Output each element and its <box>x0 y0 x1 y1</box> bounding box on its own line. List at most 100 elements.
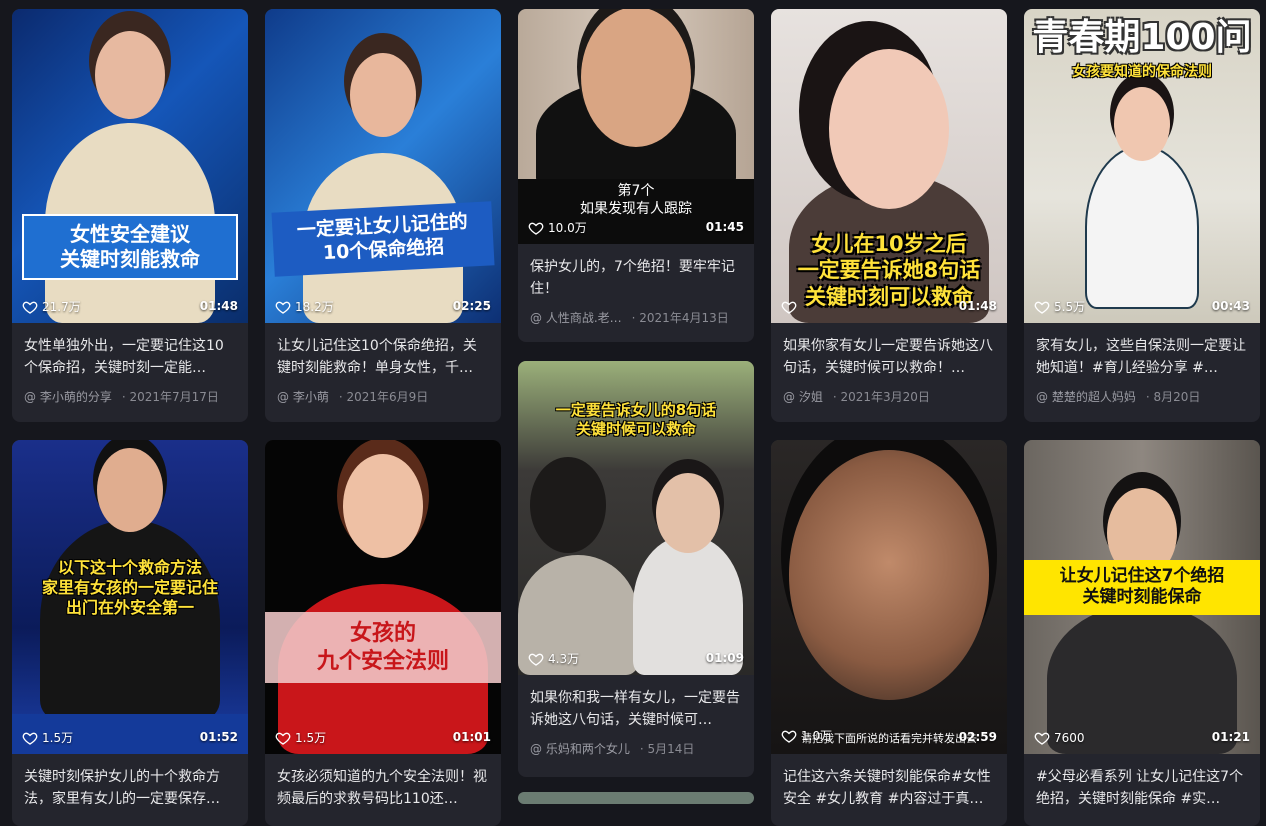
video-info: 如果你家有女儿一定要告诉她这八句话，关键时候可以救命！… @ 汐姐 · 2021… <box>771 323 1007 422</box>
video-duration: 01:48 <box>958 299 997 313</box>
heart-icon <box>275 301 291 314</box>
video-thumbnail[interactable]: 让女儿记住这7个绝招 关键时刻能保命 7600 01:21 <box>1024 440 1260 754</box>
presenter-figure <box>40 520 220 720</box>
like-count-value: 5.5万 <box>1054 300 1086 314</box>
author-name[interactable]: @ 李小萌 <box>277 388 329 405</box>
like-count <box>781 299 801 315</box>
publish-date: · 2021年4月13日 <box>631 311 729 325</box>
publish-date: · 2021年6月9日 <box>338 390 429 404</box>
video-card[interactable] <box>518 792 754 804</box>
like-count-value: 1.5万 <box>42 731 74 745</box>
like-count: 1.5万 <box>275 729 326 746</box>
video-thumbnail[interactable]: 青春期100问 女孩要知道的保命法则 5.5万 00:43 <box>1024 9 1260 323</box>
heart-icon <box>528 222 544 235</box>
author-name[interactable]: @ 人性商战.老… <box>530 309 622 326</box>
video-thumbnail[interactable]: 女孩的 九个安全法则 1.5万 01:01 <box>265 440 501 754</box>
video-description[interactable]: 如果你和我一样有女儿，一定要告诉她这八句话，关键时候可… <box>530 687 742 731</box>
video-info: 记住这六条关键时刻能保命#女性安全 #女儿教育 #内容过于真… <box>771 754 1007 826</box>
heart-icon <box>1034 732 1050 745</box>
like-count-value: 18.2万 <box>295 300 334 314</box>
person-figure <box>1085 145 1199 309</box>
video-duration: 01:01 <box>452 730 491 744</box>
video-description[interactable]: 如果你家有女儿一定要告诉她这八句话，关键时候可以救命！… <box>783 335 995 379</box>
author-name[interactable]: @ 楚楚的超人妈妈 <box>1036 388 1136 405</box>
publish-date-value: 2021年7月17日 <box>129 390 219 404</box>
presenter-head <box>97 448 163 532</box>
video-overlay-text: 一定要告诉女儿的8句话 关键时候可以救命 <box>555 401 717 438</box>
video-thumbnail[interactable]: 以下这十个救命方法 家里有女孩的一定要记住 出门在外安全第一 1.5万 01:5… <box>12 440 248 754</box>
publish-date: · 5月14日 <box>639 742 695 756</box>
person-head <box>343 454 423 558</box>
video-thumbnail[interactable] <box>518 792 754 804</box>
video-card[interactable]: 第7个 如果发现有人跟踪 10.0万 01:45 保护女儿的，7个绝招！要牢牢记… <box>518 9 754 342</box>
video-thumbnail[interactable]: 女性安全建议 关键时刻能救命 21.7万 01:48 <box>12 9 248 323</box>
like-count: 5.5万 <box>1034 298 1085 315</box>
like-count: 18.2万 <box>275 298 334 315</box>
video-description[interactable]: 记住这六条关键时刻能保命#女性安全 #女儿教育 #内容过于真… <box>783 766 995 810</box>
publish-date-value: 2021年4月13日 <box>639 311 729 325</box>
video-description[interactable]: 让女儿记住这10个保命绝招，关键时刻能救命！单身女性，千… <box>277 335 489 379</box>
video-card[interactable]: 让女儿记住这7个绝招 关键时刻能保命 7600 01:21 #父母必看系列 让女… <box>1024 440 1260 826</box>
video-overlay-text: 以下这十个救命方法 家里有女孩的一定要记住 出门在外安全第一 <box>41 558 218 617</box>
person-head <box>1114 87 1170 161</box>
video-meta: @ 李小萌 · 2021年6月9日 <box>277 388 489 405</box>
video-meta: @ 汐姐 · 2021年3月20日 <box>783 388 995 405</box>
video-description[interactable]: 家有女儿，这些自保法则一定要让她知道！#育儿经验分享 #… <box>1036 335 1248 379</box>
author-name[interactable]: @ 李小萌的分享 <box>24 388 112 405</box>
author-name[interactable]: @ 汐姐 <box>783 388 823 405</box>
video-info: 让女儿记住这10个保命绝招，关键时刻能救命！单身女性，千… @ 李小萌 · 20… <box>265 323 501 422</box>
video-thumbnail[interactable]: 一定要告诉女儿的8句话 关键时候可以救命 4.3万 01:09 <box>518 361 754 675</box>
video-description[interactable]: #父母必看系列 让女儿记住这7个绝招，关键时刻能保命 #实… <box>1036 766 1248 810</box>
like-count: 10.0万 <box>528 219 587 236</box>
video-card[interactable]: 请把我下面所说的话看完并转发出去 1.0万 02:59 记住这六条关键时刻能保命… <box>771 440 1007 826</box>
like-count-value: 1.5万 <box>295 731 327 745</box>
person-head-right <box>656 473 720 553</box>
video-card[interactable]: 以下这十个救命方法 家里有女孩的一定要记住 出门在外安全第一 1.5万 01:5… <box>12 440 248 826</box>
like-count-value: 21.7万 <box>42 300 81 314</box>
video-info: #父母必看系列 让女儿记住这7个绝招，关键时刻能保命 #实… <box>1024 754 1260 826</box>
video-thumbnail[interactable]: 第7个 如果发现有人跟踪 10.0万 01:45 <box>518 9 754 244</box>
heart-icon <box>528 653 544 666</box>
video-card[interactable]: 女孩的 九个安全法则 1.5万 01:01 女孩必须知道的九个安全法则！视频最后… <box>265 440 501 826</box>
video-overlay-text: 女性安全建议 关键时刻能救命 <box>22 214 238 280</box>
video-meta: @ 楚楚的超人妈妈 · 8月20日 <box>1036 388 1248 405</box>
heart-icon <box>22 301 38 314</box>
video-card[interactable]: 一定要让女儿记住的 10个保命绝招 18.2万 02:25 让女儿记住这10个保… <box>265 9 501 422</box>
publish-date-value: 2021年3月20日 <box>840 390 930 404</box>
video-overlay-text: 女孩的 九个安全法则 <box>265 612 501 683</box>
author-name[interactable]: @ 乐妈和两个女儿 <box>530 740 630 757</box>
video-description[interactable]: 女性单独外出，一定要记住这10个保命招，关键时刻一定能… <box>24 335 236 379</box>
video-duration: 01:45 <box>705 220 744 234</box>
video-info: 保护女儿的，7个绝招！要牢牢记住！ @ 人性商战.老… · 2021年4月13日 <box>518 244 754 342</box>
like-count: 1.0万 <box>781 727 832 744</box>
like-count: 4.3万 <box>528 650 579 667</box>
video-duration: 01:52 <box>199 730 238 744</box>
heart-icon <box>781 730 797 743</box>
video-info: 如果你和我一样有女儿，一定要告诉她这八句话，关键时候可… @ 乐妈和两个女儿 ·… <box>518 675 754 777</box>
publish-date: · 8月20日 <box>1145 390 1201 404</box>
video-duration: 01:21 <box>1211 730 1250 744</box>
video-duration: 01:48 <box>199 299 238 313</box>
heart-icon <box>781 301 797 314</box>
like-count-value: 10.0万 <box>548 221 587 235</box>
video-thumbnail[interactable]: 请把我下面所说的话看完并转发出去 1.0万 02:59 <box>771 440 1007 754</box>
video-description[interactable]: 关键时刻保护女儿的十个救命方法，家里有女儿的一定要保存… <box>24 766 236 810</box>
video-card[interactable]: 青春期100问 女孩要知道的保命法则 5.5万 00:43 家有女儿，这些自保法… <box>1024 9 1260 422</box>
video-description[interactable]: 保护女儿的，7个绝招！要牢牢记住！ <box>530 256 742 300</box>
video-thumbnail[interactable]: 女儿在10岁之后 一定要告诉她8句话 关键时刻可以救命 01:48 <box>771 9 1007 323</box>
video-meta: @ 李小萌的分享 · 2021年7月17日 <box>24 388 236 405</box>
video-thumbnail[interactable]: 一定要让女儿记住的 10个保命绝招 18.2万 02:25 <box>265 9 501 323</box>
video-card[interactable]: 女性安全建议 关键时刻能救命 21.7万 01:48 女性单独外出，一定要记住这… <box>12 9 248 422</box>
publish-date-value: 5月14日 <box>647 742 695 756</box>
video-overlay-text: 让女儿记住这7个绝招 关键时刻能保命 <box>1024 560 1260 615</box>
publish-date-value: 2021年6月9日 <box>346 390 429 404</box>
person-head <box>581 9 691 147</box>
video-description[interactable]: 女孩必须知道的九个安全法则！视频最后的求救号码比110还… <box>277 766 489 810</box>
like-count-value: 7600 <box>1054 731 1085 745</box>
video-info: 关键时刻保护女儿的十个救命方法，家里有女儿的一定要保存… <box>12 754 248 826</box>
video-overlay-text: 一定要让女儿记住的 10个保命绝招 <box>271 201 495 277</box>
like-count-value: 1.0万 <box>801 729 833 743</box>
video-card[interactable]: 一定要告诉女儿的8句话 关键时候可以救命 4.3万 01:09 如果你和我一样有… <box>518 361 754 777</box>
video-card[interactable]: 女儿在10岁之后 一定要告诉她8句话 关键时刻可以救命 01:48 如果你家有女… <box>771 9 1007 422</box>
video-info: 家有女儿，这些自保法则一定要让她知道！#育儿经验分享 #… @ 楚楚的超人妈妈 … <box>1024 323 1260 422</box>
